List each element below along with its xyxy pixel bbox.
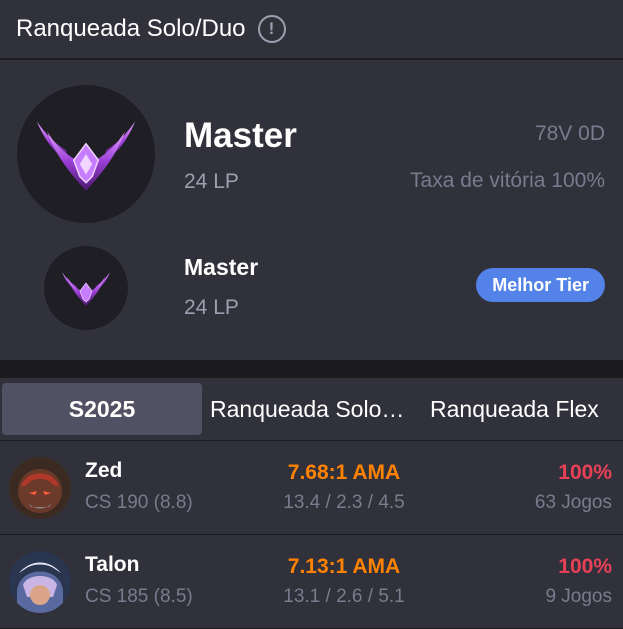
kda-ratio: 7.13:1 AMA <box>287 555 401 578</box>
master-emblem-icon <box>36 121 136 191</box>
section-title: Ranqueada Solo/Duo <box>16 15 246 42</box>
champion-name: Talon <box>85 553 140 576</box>
current-lp: 24 LP <box>184 170 239 193</box>
tab-ranked-solo-duo[interactable]: Ranqueada Solo/Duo <box>210 396 410 423</box>
champion-row[interactable]: Zed CS 190 (8.8) 7.68:1 AMA 13.4 / 2.3 /… <box>0 441 623 535</box>
win-loss-record: 78V 0D <box>534 122 605 145</box>
win-rate: Taxa de vitória 100% <box>410 169 605 192</box>
champion-win-rate: 100% <box>558 555 612 578</box>
tab-s2025[interactable]: S2025 <box>2 383 202 435</box>
best-lp: 24 LP <box>184 296 239 319</box>
rank-panel: Master 24 LP 78V 0D Taxa de vitória 100%… <box>0 60 623 360</box>
champion-name: Zed <box>85 459 123 482</box>
master-emblem-large <box>17 85 155 223</box>
champion-cs: CS 190 (8.8) <box>85 492 193 513</box>
zed-portrait <box>9 457 71 519</box>
section-divider <box>0 360 623 378</box>
season-tabs: S2025 Ranqueada Solo/Duo Ranqueada Flex <box>0 378 623 441</box>
games-played: 9 Jogos <box>545 586 612 607</box>
current-tier: Master <box>184 116 297 155</box>
kda-ratio: 7.68:1 AMA <box>287 461 401 484</box>
info-icon[interactable]: ! <box>257 15 286 43</box>
best-tier: Master <box>184 254 259 280</box>
talon-portrait <box>9 551 71 613</box>
kda-average: 13.4 / 2.3 / 4.5 <box>283 492 405 513</box>
champion-cs: CS 185 (8.5) <box>85 586 193 607</box>
tab-ranked-flex[interactable]: Ranqueada Flex <box>430 396 599 423</box>
master-emblem-icon <box>62 272 110 306</box>
champion-win-rate: 100% <box>558 461 612 484</box>
best-tier-badge: Melhor Tier <box>476 268 605 302</box>
kda-average: 13.1 / 2.6 / 5.1 <box>283 586 405 607</box>
master-emblem-small <box>44 246 128 330</box>
games-played: 63 Jogos <box>534 492 612 513</box>
champion-row[interactable]: Talon CS 185 (8.5) 7.13:1 AMA 13.1 / 2.6… <box>0 535 623 629</box>
section-header: Ranqueada Solo/Duo ! <box>0 0 623 60</box>
